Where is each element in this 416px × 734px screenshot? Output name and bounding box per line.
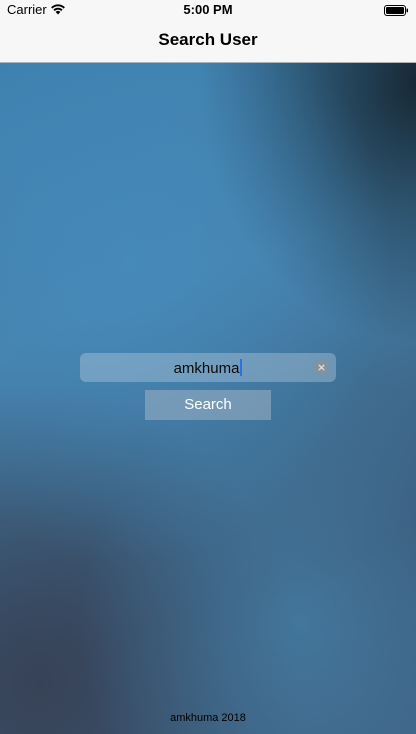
battery-icon	[384, 4, 409, 16]
search-content: amkhuma Search amkhuma 2018	[0, 63, 416, 734]
app-screen: Carrier 5:00 PM Search User amkhuma Sear…	[0, 0, 416, 734]
search-button[interactable]: Search	[145, 390, 271, 420]
status-time: 5:00 PM	[183, 2, 233, 17]
search-input-value-wrap: amkhuma	[80, 359, 336, 377]
text-caret	[240, 359, 243, 376]
clear-icon[interactable]	[315, 361, 328, 374]
search-input-value: amkhuma	[173, 360, 240, 377]
status-bar: Carrier 5:00 PM	[0, 0, 416, 20]
navigation-bar: Search User	[0, 20, 416, 63]
search-input[interactable]: amkhuma	[80, 353, 336, 382]
page-title: Search User	[158, 30, 258, 49]
footer-text: amkhuma 2018	[170, 712, 246, 724]
